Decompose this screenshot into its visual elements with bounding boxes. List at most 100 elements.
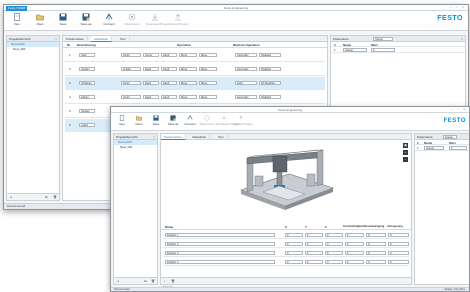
mode-select[interactable]: Hand — [161, 95, 177, 99]
open-button[interactable]: Open — [131, 115, 147, 126]
measure-select[interactable]: Mess — [179, 53, 197, 57]
window-controls[interactable]: – ▫ × — [451, 107, 467, 111]
deceleration-field[interactable]: 0 — [388, 260, 409, 264]
step-name-field[interactable]: Heben — [79, 95, 95, 99]
download-project-button[interactable]: Download Project — [146, 13, 170, 26]
add-row-icon[interactable]: + — [164, 279, 166, 283]
tree-item-file[interactable]: New_001 — [7, 47, 59, 52]
parameter-name-field[interactable]: Integer — [343, 48, 367, 52]
y-field[interactable]: 0 — [305, 242, 323, 246]
mode-select[interactable]: Home — [143, 53, 159, 57]
next-operation-select[interactable]: Automatic — [235, 67, 257, 71]
operation-select[interactable]: Ventil — [121, 81, 141, 85]
upload-project-button[interactable]: Upload Project — [169, 13, 189, 26]
mode-select[interactable]: Hand — [161, 81, 177, 85]
window-controls[interactable]: – ▫ × — [450, 5, 466, 9]
connect-button[interactable]: Connect — [100, 13, 118, 26]
mode-select[interactable]: Hand — [143, 81, 159, 85]
acceleration-field[interactable]: 0 — [366, 242, 386, 246]
table-row[interactable]: 1 Start Ventil Home Hand Mess Mess Automatic Dis… — [65, 49, 325, 62]
table-row[interactable]: 3 Schieben Ventil Hand Hand Mess Mess Hold 60 Di… — [65, 77, 325, 90]
parameter-value-field[interactable]: 0 — [449, 146, 467, 150]
measure-select[interactable]: Mess — [199, 81, 217, 85]
parameter-row[interactable]: 1 Integer 0 — [415, 145, 469, 151]
measure-select[interactable]: Mess — [199, 95, 217, 99]
next-operation-select[interactable]: Hold — [235, 81, 257, 85]
delete-icon[interactable]: 🗑 — [53, 195, 57, 199]
acceleration-field[interactable]: 0 — [366, 251, 386, 255]
table-row[interactable]: Position 4000000 — [163, 258, 409, 266]
step-name-field[interactable]: Start — [79, 53, 95, 57]
z-field[interactable]: 0 — [325, 251, 343, 255]
y-field[interactable]: 0 — [305, 251, 323, 255]
y-field[interactable]: 0 — [305, 260, 323, 264]
mode-select[interactable]: Hand — [143, 95, 159, 99]
save-as-button[interactable]: Save as — [165, 115, 181, 126]
step-name-field[interactable]: Laden — [79, 123, 95, 127]
save-as-button[interactable]: Save as — [77, 13, 95, 26]
z-field[interactable]: 0 — [325, 242, 343, 246]
3d-viewport[interactable]: ▣ + − — [161, 140, 411, 220]
position-name-field[interactable]: Position 4 — [165, 260, 275, 264]
parameter-name-field[interactable]: Integer — [424, 146, 444, 150]
save-button[interactable]: Save — [54, 13, 72, 26]
next-operation-select[interactable]: Automatic — [235, 95, 257, 99]
x-field[interactable]: 0 — [285, 233, 303, 237]
operation-select[interactable]: Ventil — [121, 53, 141, 57]
close-icon[interactable]: × — [55, 36, 57, 42]
acceleration-field[interactable]: 0 — [366, 233, 386, 237]
chevron-left-icon[interactable]: ◂ — [10, 195, 12, 199]
speed-field[interactable]: 0 — [345, 260, 364, 264]
next-mode-select[interactable]: Disabled — [259, 67, 281, 71]
parameter-type-select[interactable]: Integer — [373, 37, 393, 41]
speed-field[interactable]: 0 — [345, 233, 364, 237]
connect-button[interactable]: Connect — [182, 115, 198, 126]
parameter-value-field[interactable]: 0 — [371, 48, 395, 52]
speed-field[interactable]: 0 — [345, 251, 364, 255]
measure-select[interactable]: Mess — [199, 67, 217, 71]
deceleration-field[interactable]: 0 — [388, 251, 409, 255]
add-icon[interactable]: ⊞ — [45, 195, 48, 199]
next-operation-select[interactable]: Automatic — [235, 53, 257, 57]
close-icon[interactable]: × — [153, 134, 155, 140]
zoom-out-button[interactable]: − — [403, 157, 408, 162]
download-project-button[interactable]: Download Project — [216, 115, 240, 126]
table-row[interactable]: 4 Heben Ventil Hand Hand Mess Mess Automatic Dis… — [65, 91, 325, 104]
x-field[interactable]: 0 — [285, 251, 303, 255]
next-mode-select[interactable]: Disabled — [259, 53, 281, 57]
add-icon[interactable]: ⊞ — [144, 279, 147, 283]
operation-select[interactable]: Ventil — [121, 95, 141, 99]
open-button[interactable]: Open — [31, 13, 49, 26]
mode-select[interactable]: Hand — [143, 67, 159, 71]
fit-view-button[interactable]: ▣ — [403, 143, 408, 148]
parameter-row[interactable]: 1 Integer 0 — [331, 47, 465, 53]
deceleration-field[interactable]: 0 — [388, 233, 409, 237]
delete-icon[interactable]: 🗑 — [151, 279, 155, 283]
acceleration-field[interactable]: 0 — [366, 260, 386, 264]
step-name-field[interactable]: Senken — [79, 109, 95, 113]
measure-select[interactable]: Mess — [179, 67, 197, 71]
table-row[interactable]: Position 1000000 — [163, 231, 409, 239]
tree-item-file[interactable]: New_001 — [114, 145, 157, 150]
table-row[interactable]: Position 2000000 — [163, 240, 409, 248]
operation-select[interactable]: Greifer — [121, 67, 141, 71]
parameter-type-select[interactable]: Integer — [443, 135, 457, 139]
table-row[interactable]: 2 Greifen Greifer Hand Hand Mess Mess Automatic… — [65, 63, 325, 76]
x-field[interactable]: 0 — [285, 260, 303, 264]
table-row[interactable]: Position 3000000 — [163, 249, 409, 257]
deceleration-field[interactable]: 0 — [388, 242, 409, 246]
measure-select[interactable]: Mess — [179, 95, 197, 99]
measure-select[interactable]: Mess — [199, 53, 217, 57]
x-field[interactable]: 0 — [285, 242, 303, 246]
save-button[interactable]: Save — [148, 115, 164, 126]
position-name-field[interactable]: Position 3 — [165, 251, 275, 255]
disconnect-button[interactable]: Disconnect — [199, 115, 215, 126]
mode-select[interactable]: Hand — [161, 67, 177, 71]
new-button[interactable]: Neu — [114, 115, 130, 126]
zoom-in-button[interactable]: + — [403, 150, 408, 155]
new-button[interactable]: Neu — [8, 13, 26, 26]
z-field[interactable]: 0 — [325, 260, 343, 264]
step-name-field[interactable]: Greifen — [79, 67, 95, 71]
z-field[interactable]: 0 — [325, 233, 343, 237]
position-name-field[interactable]: Position 1 — [165, 233, 275, 237]
